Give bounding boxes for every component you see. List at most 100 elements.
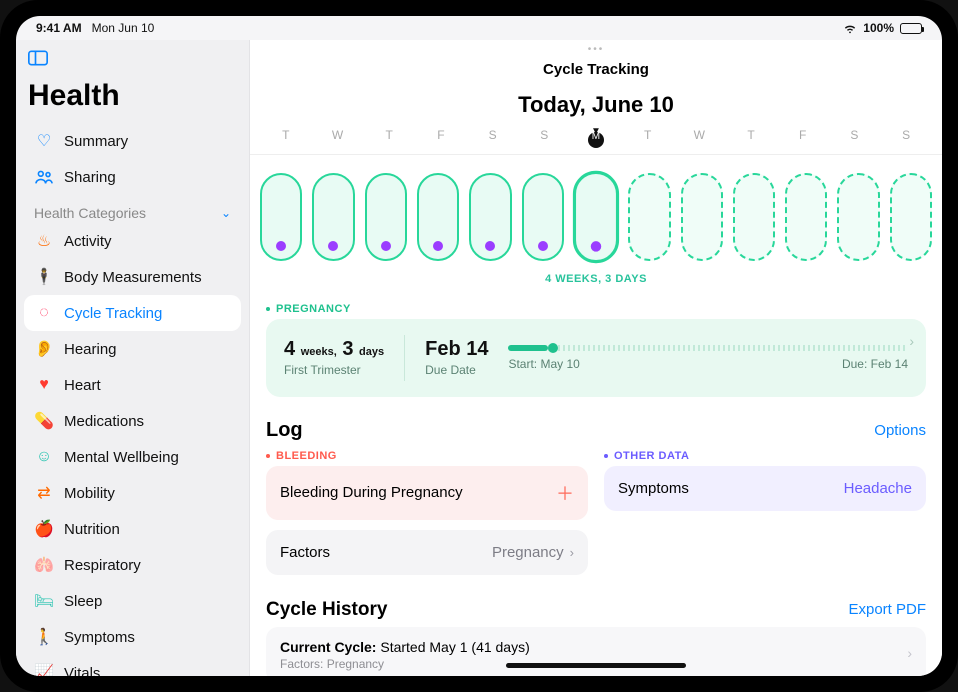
export-pdf-link[interactable]: Export PDF — [848, 601, 926, 618]
sidebar-item-label: Vitals — [64, 665, 100, 677]
preg-days-unit: days — [359, 346, 384, 358]
cycle-day-oval[interactable] — [522, 173, 564, 261]
plus-icon: ＋ — [556, 480, 574, 506]
heart-icon: ♥ — [34, 375, 54, 395]
heart-outline-icon: ♡ — [34, 131, 54, 151]
day-letter: F — [415, 128, 467, 154]
day-letter: S — [880, 128, 932, 154]
cycle-day-oval-future[interactable] — [890, 173, 932, 261]
current-cycle-text: Started May 1 (41 days) — [380, 639, 529, 655]
symptoms-card[interactable]: Symptoms Headache — [604, 466, 926, 511]
day-dot-icon — [591, 241, 602, 252]
factors-card-value: Pregnancy — [492, 544, 564, 561]
bed-icon: 🛏 — [34, 591, 54, 611]
preg-due-label: Due Date — [425, 363, 488, 377]
day-letter: T — [363, 128, 415, 154]
bullet-icon — [266, 307, 270, 311]
chevron-right-icon: › — [909, 333, 914, 349]
chevron-down-icon: ⌄ — [221, 206, 231, 220]
day-letter: W — [674, 128, 726, 154]
sidebar-item-label: Sleep — [64, 593, 102, 610]
bleeding-section-label: BLEEDING — [276, 450, 337, 462]
brain-icon: ☺ — [34, 447, 54, 467]
sidebar-item-label: Body Measurements — [64, 269, 202, 286]
sidebar-item-heart[interactable]: ♥ Heart — [24, 367, 241, 403]
sidebar-item-body-measurements[interactable]: 🕴 Body Measurements — [24, 259, 241, 295]
day-dot-icon — [381, 241, 391, 251]
sidebar-item-sleep[interactable]: 🛏 Sleep — [24, 583, 241, 619]
factors-card[interactable]: Factors Pregnancy › — [266, 530, 588, 575]
sidebar-item-symptoms[interactable]: 🚶 Symptoms — [24, 619, 241, 655]
sidebar-item-label: Cycle Tracking — [64, 305, 162, 322]
day-letter: T — [622, 128, 674, 154]
cycle-day-oval[interactable] — [365, 173, 407, 261]
preg-trimester: First Trimester — [284, 363, 384, 377]
sidebar-item-cycle-tracking[interactable]: ◌Cycle Tracking — [24, 295, 241, 331]
sidebar-item-label: Nutrition — [64, 521, 120, 538]
body-icon: 🕴 — [34, 267, 54, 287]
current-cycle-card[interactable]: Current Cycle: Started May 1 (41 days) F… — [266, 627, 926, 677]
battery-icon — [900, 23, 922, 34]
sidebar-item-activity[interactable]: ♨Activity — [24, 223, 241, 259]
ipad-frame: 9:41 AM Mon Jun 10 100% Health ♡ Summary — [0, 0, 958, 692]
walk-icon: 🚶 — [34, 627, 54, 647]
sidebar-categories-header[interactable]: Health Categories ⌄ — [24, 195, 241, 223]
cycle-day-oval-future[interactable] — [733, 173, 775, 261]
day-dot-icon — [485, 241, 495, 251]
bleeding-card[interactable]: Bleeding During Pregnancy ＋ — [266, 466, 588, 520]
sidebar-toggle-icon[interactable] — [24, 48, 241, 73]
cycle-day-oval[interactable] — [260, 173, 302, 261]
status-right: 100% — [843, 21, 922, 35]
cycle-day-oval[interactable] — [469, 173, 511, 261]
preg-start-label: Start: May 10 — [508, 357, 579, 371]
flame-icon: ♨ — [34, 231, 54, 251]
history-factors-label: Factors: — [280, 657, 323, 671]
preg-due-right: Due: Feb 14 — [842, 357, 908, 371]
sidebar-item-mental-wellbeing[interactable]: ☺Mental Wellbeing — [24, 439, 241, 475]
cycle-day-oval-future[interactable] — [681, 173, 723, 261]
sidebar-item-medications[interactable]: 💊Medications — [24, 403, 241, 439]
sidebar-item-label: Summary — [64, 133, 128, 150]
history-factors-val: Pregnancy — [327, 657, 384, 671]
sidebar-item-summary[interactable]: ♡ Summary — [24, 123, 241, 159]
sidebar-item-mobility[interactable]: ⇄Mobility — [24, 475, 241, 511]
status-time: 9:41 AM — [36, 21, 82, 35]
wifi-icon — [843, 21, 857, 35]
lungs-icon: 🫁 — [34, 555, 54, 575]
sidebar-item-label: Heart — [64, 377, 101, 394]
content-area[interactable]: ••• Cycle Tracking Today, June 10 T W T … — [250, 40, 942, 676]
categories-label: Health Categories — [34, 205, 146, 221]
sidebar-item-vitals[interactable]: 📈Vitals — [24, 655, 241, 676]
pregnancy-section-header: PREGNANCY — [266, 299, 926, 319]
current-cycle-label: Current Cycle: — [280, 639, 376, 655]
day-letter: F — [777, 128, 829, 154]
home-indicator[interactable] — [506, 663, 686, 668]
pregnancy-card[interactable]: › 4 weeks, 3 days First Trimester Feb 14… — [266, 319, 926, 397]
sidebar-item-respiratory[interactable]: 🫁 Respiratory — [24, 547, 241, 583]
cycle-day-oval[interactable] — [312, 173, 354, 261]
sidebar-item-sharing[interactable]: Sharing — [24, 159, 241, 195]
day-letter: S — [829, 128, 881, 154]
cycle-day-oval-future[interactable] — [837, 173, 879, 261]
cycle-days-row[interactable] — [250, 155, 942, 269]
sidebar-item-hearing[interactable]: 👂Hearing — [24, 331, 241, 367]
day-letter-row: T W T F S S ▼ M T W T F S S — [250, 128, 942, 155]
cycle-day-oval-future[interactable] — [785, 173, 827, 261]
bleeding-section-header: BLEEDING — [266, 446, 588, 466]
day-letter: S — [467, 128, 519, 154]
chevron-right-icon: › — [907, 639, 912, 661]
log-options-link[interactable]: Options — [874, 422, 926, 439]
cycle-day-oval-future[interactable] — [628, 173, 670, 261]
other-data-section-label: OTHER DATA — [614, 450, 689, 462]
cycle-day-oval-today[interactable] — [573, 170, 620, 262]
preg-due-date: Feb 14 — [425, 338, 488, 361]
day-letter: T — [725, 128, 777, 154]
sidebar-item-label: Medications — [64, 413, 144, 430]
sidebar-item-label: Respiratory — [64, 557, 141, 574]
page-title: Cycle Tracking — [250, 55, 942, 82]
sidebar-item-label: Symptoms — [64, 629, 135, 646]
sidebar-item-nutrition[interactable]: 🍎Nutrition — [24, 511, 241, 547]
grab-handle-icon[interactable]: ••• — [250, 40, 942, 55]
bullet-icon — [604, 454, 608, 458]
cycle-day-oval[interactable] — [417, 173, 459, 261]
